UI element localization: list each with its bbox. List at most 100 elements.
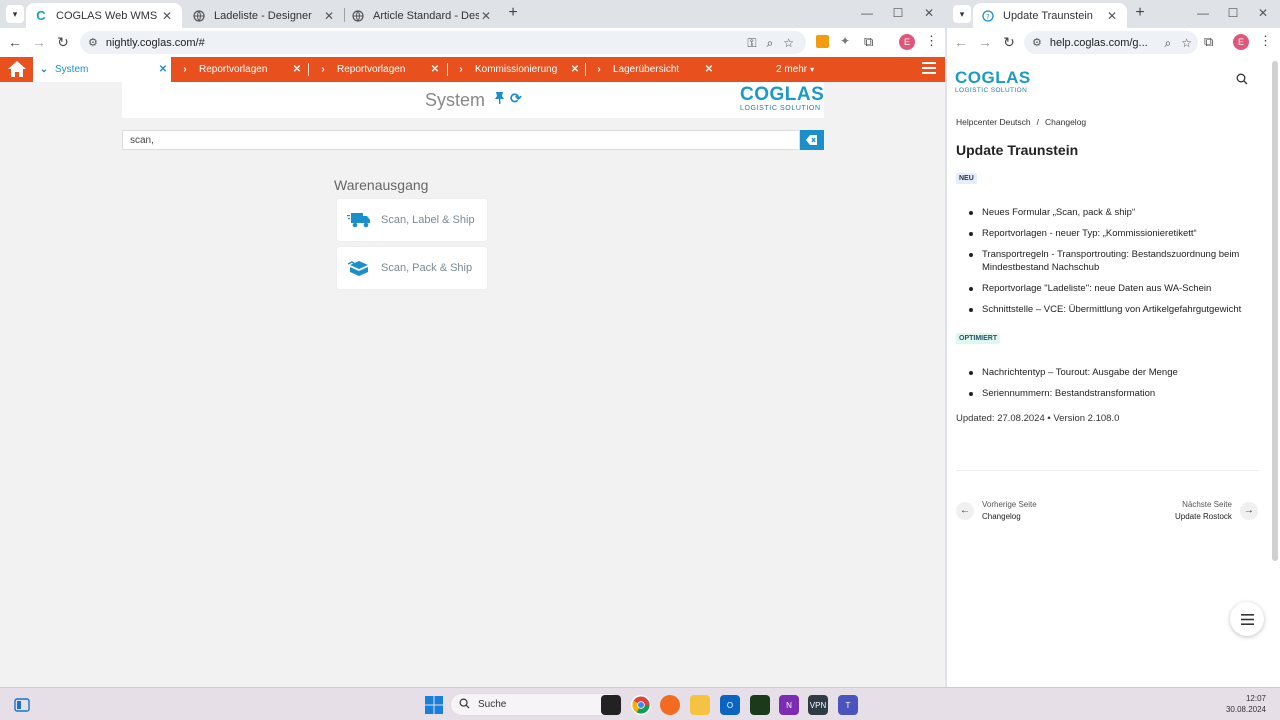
zoom-icon[interactable]: ⌕ (1165, 36, 1172, 51)
next-page-link[interactable]: Nächste Seite Update Rostock → (1175, 500, 1258, 521)
logo-subtext: LOGISTIC SOLUTION (740, 105, 821, 112)
action-label: Scan, Label & Ship (381, 214, 475, 226)
zoom-icon[interactable]: ⌕ (767, 36, 774, 51)
breadcrumb-item[interactable]: Changelog (1045, 117, 1086, 127)
profile-avatar[interactable]: E (899, 34, 915, 50)
arrow-left-icon: ← (956, 501, 974, 520)
previous-page-link[interactable]: ← Vorherige Seite Changelog (956, 500, 1037, 521)
svg-text:?: ? (986, 13, 990, 21)
new-tab-button[interactable]: + (503, 4, 523, 22)
task-view-icon[interactable] (601, 695, 621, 715)
extensions-puzzle-icon[interactable]: ⧉ (864, 34, 873, 50)
breadcrumb-item[interactable]: Helpcenter Deutsch (956, 117, 1031, 127)
caret-down-icon: ▾ (810, 65, 815, 74)
windows-start-icon[interactable] (424, 695, 444, 715)
wms-tab-reportvorlagen-2[interactable]: › Reportvorlagen ✕ (315, 57, 443, 82)
chevron-down-icon: ⌄ (39, 64, 49, 75)
pin-icon[interactable] (494, 91, 505, 107)
browser-tab-coglas-wms[interactable]: C COGLAS Web WMS ✕ (26, 3, 182, 28)
search-eraser-button[interactable] (800, 130, 824, 150)
close-icon[interactable]: ✕ (289, 64, 305, 75)
profile-avatar[interactable]: E (1233, 34, 1249, 50)
minimize-icon[interactable]: — (1193, 6, 1213, 20)
chevron-right-icon: › (183, 64, 187, 75)
firefox-icon[interactable] (660, 695, 680, 715)
teams-icon[interactable]: T (838, 695, 858, 715)
forward-arrow-icon[interactable]: → (27, 34, 51, 50)
chrome-icon[interactable] (631, 695, 651, 715)
search-input[interactable]: scan, (122, 130, 800, 150)
wms-tab-lageruebersicht[interactable]: › Lagerübersicht ✕ (591, 57, 717, 82)
close-icon[interactable]: ✕ (155, 64, 171, 75)
prev-value: Changelog (982, 512, 1021, 521)
close-window-icon[interactable]: ✕ (1253, 6, 1273, 20)
scan-label-ship-button[interactable]: Scan, Label & Ship (337, 199, 487, 241)
browser-menu-icon[interactable]: ⋮ (925, 33, 938, 49)
badge-new: NEU (956, 173, 977, 184)
browser-tab-article-standard[interactable]: Article Standard - Designer ✕ (343, 3, 501, 28)
widgets-icon[interactable] (12, 695, 32, 715)
search-icon[interactable] (1236, 73, 1248, 88)
close-tab-icon[interactable]: ✕ (322, 9, 336, 23)
back-arrow-icon[interactable]: ← (3, 34, 27, 50)
reload-icon[interactable]: ↻ (997, 34, 1021, 51)
forward-arrow-icon[interactable]: → (973, 34, 997, 50)
new-tab-button[interactable]: + (1130, 4, 1150, 22)
home-icon[interactable] (6, 59, 30, 79)
outlook-icon[interactable]: O (720, 695, 740, 715)
list-item: Transportregeln - Transportrouting: Best… (969, 248, 1269, 274)
onenote-icon[interactable]: N (779, 695, 799, 715)
close-tab-icon[interactable]: ✕ (479, 9, 493, 23)
refresh-icon[interactable]: ⟳ (510, 90, 522, 107)
close-window-icon[interactable]: ✕ (919, 6, 939, 20)
reload-icon[interactable]: ↻ (51, 34, 75, 51)
scrollbar[interactable] (1272, 61, 1278, 561)
address-bar[interactable]: ⚙ nightly.coglas.com/# ⚿ ⌕ ☆ (80, 31, 806, 54)
system-clock[interactable]: 12:07 30.08.2024 (1210, 693, 1266, 715)
password-key-icon[interactable]: ⚿ (747, 36, 756, 51)
wms-tab-reportvorlagen-1[interactable]: › Reportvorlagen ✕ (177, 57, 305, 82)
bookmark-star-icon[interactable]: ☆ (783, 36, 794, 51)
browser-tab-update-traunstein[interactable]: ? Update Traunstein ✕ (973, 3, 1127, 28)
terminal-icon[interactable] (750, 695, 770, 715)
package-box-icon (337, 259, 381, 277)
extension-badge-icon[interactable]: ✦ (840, 34, 850, 48)
back-arrow-icon[interactable]: ← (949, 34, 973, 50)
scan-pack-ship-button[interactable]: Scan, Pack & Ship (337, 247, 487, 289)
more-tabs-dropdown[interactable]: 2 mehr ▾ (776, 57, 814, 82)
site-info-icon[interactable]: ⚙ (1032, 36, 1042, 49)
hamburger-menu-icon[interactable] (922, 62, 936, 76)
close-icon[interactable]: ✕ (701, 64, 717, 75)
maximize-icon[interactable]: ☐ (1223, 6, 1243, 20)
wms-tab-system[interactable]: ⌄ System ✕ (33, 57, 171, 82)
tab-search-dropdown[interactable]: ▾ (953, 5, 971, 23)
logo-text: COGLAS (955, 68, 1031, 87)
wms-tab-kommissionierung[interactable]: › Kommissionierung ✕ (453, 57, 583, 82)
section-title: Warenausgang (334, 177, 429, 193)
list-item: Reportvorlagen - neuer Typ: „Kommissioni… (969, 227, 1269, 240)
browser-tab-ladeliste[interactable]: Ladeliste - Designer ✕ (184, 3, 344, 28)
close-icon[interactable]: ✕ (427, 64, 443, 75)
logo-text: COGLAS (740, 84, 825, 105)
toc-menu-button[interactable] (1230, 602, 1264, 636)
maximize-icon[interactable]: ☐ (888, 6, 908, 20)
site-info-icon[interactable]: ⚙ (88, 36, 98, 49)
close-tab-icon[interactable]: ✕ (160, 9, 174, 23)
address-bar[interactable]: ⚙ help.coglas.com/g... ⌕ ☆ (1024, 31, 1198, 54)
tab-separator (308, 63, 309, 76)
extension-orange-icon[interactable] (816, 35, 829, 48)
next-value: Update Rostock (1175, 512, 1232, 521)
minimize-icon[interactable]: — (857, 6, 877, 20)
tab-search-dropdown[interactable]: ▾ (6, 5, 24, 23)
search-label: Suche (478, 699, 507, 710)
close-icon[interactable]: ✕ (567, 64, 583, 75)
extensions-puzzle-icon[interactable]: ⧉ (1204, 34, 1213, 50)
browser-menu-icon[interactable]: ⋮ (1259, 33, 1272, 49)
file-explorer-icon[interactable] (690, 695, 710, 715)
taskbar-search[interactable]: Suche (450, 693, 622, 716)
next-label: Nächste Seite (1182, 500, 1232, 509)
close-tab-icon[interactable]: ✕ (1105, 9, 1119, 23)
coglas-logo[interactable]: COGLAS LOGISTIC SOLUTION (955, 68, 1031, 95)
vpn-icon[interactable]: VPN (808, 695, 828, 715)
bookmark-star-icon[interactable]: ☆ (1181, 36, 1192, 51)
